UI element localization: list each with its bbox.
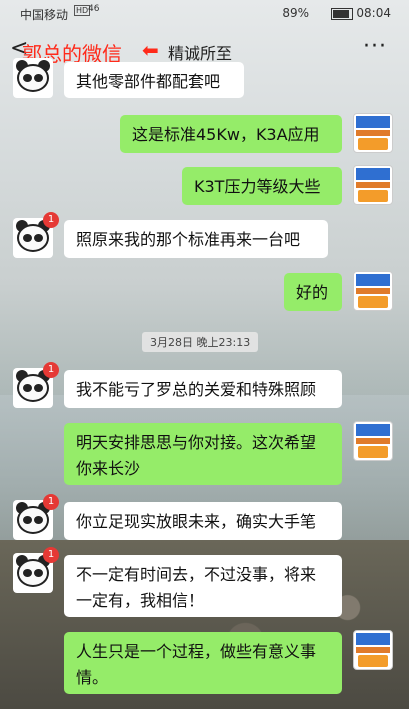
message-text: 不一定有时间去，不过没事，将来一定有，我相信！ — [76, 565, 317, 610]
chat-title: 精诚所至 — [168, 44, 233, 63]
message-bubble[interactable]: 其他零部件都配套吧 — [64, 62, 244, 98]
message-bubble[interactable]: 好的 — [284, 273, 342, 311]
message-bubble[interactable]: 我不能亏了罗总的关爱和特殊照顾 — [64, 370, 342, 408]
contact-avatar[interactable] — [13, 58, 53, 98]
message-text: 好的 — [296, 283, 329, 302]
chat-timestamp: 3月28日 晚上23:13 — [142, 332, 259, 352]
message-bubble[interactable]: 明天安排思思与你对接。这次希望你来长沙 — [64, 423, 342, 485]
status-bar: 中国移动 HD 46 89% 08:04 — [0, 0, 409, 26]
self-avatar[interactable] — [353, 113, 393, 153]
contact-avatar[interactable]: 1 — [13, 362, 59, 408]
battery-icon — [331, 8, 353, 20]
carrier-label: 中国移动 — [20, 8, 69, 22]
more-options-button[interactable]: ··· — [363, 34, 387, 59]
self-avatar[interactable] — [353, 271, 393, 311]
message-bubble[interactable]: K3T压力等级大些 — [182, 167, 342, 205]
clock: 08:04 — [356, 6, 391, 20]
message-bubble[interactable]: 不一定有时间去，不过没事，将来一定有，我相信！ — [64, 555, 342, 617]
message-text: 其他零部件都配套吧 — [76, 72, 221, 91]
message-bubble[interactable]: 人生只是一个过程，做些有意义事情。 — [64, 632, 342, 694]
message-text: K3T压力等级大些 — [194, 177, 321, 196]
contact-avatar[interactable]: 1 — [13, 494, 59, 540]
self-avatar[interactable] — [353, 165, 393, 205]
message-text: 你立足现实放眼未来，确实大手笔 — [76, 512, 317, 531]
self-avatar[interactable] — [353, 421, 393, 461]
battery-percent: 89% — [282, 6, 309, 20]
signal-icon: 46 — [88, 4, 100, 14]
unread-badge: 1 — [43, 362, 59, 378]
self-avatar[interactable] — [353, 630, 393, 670]
message-text: 人生只是一个过程，做些有意义事情。 — [76, 642, 317, 687]
unread-badge: 1 — [43, 547, 59, 563]
message-bubble[interactable]: 你立足现实放眼未来，确实大手笔 — [64, 502, 342, 540]
contact-avatar[interactable]: 1 — [13, 212, 59, 258]
message-text: 照原来我的那个标准再来一台吧 — [76, 230, 301, 249]
message-text: 明天安排思思与你对接。这次希望你来长沙 — [76, 433, 317, 478]
annotation-arrow-icon: ⬅ — [142, 38, 159, 62]
unread-badge: 1 — [43, 212, 59, 228]
contact-avatar[interactable]: 1 — [13, 547, 59, 593]
message-bubble[interactable]: 照原来我的那个标准再来一台吧 — [64, 220, 328, 258]
unread-badge: 1 — [43, 494, 59, 510]
wechat-chat-screen: 中国移动 HD 46 89% 08:04 < 郭总的微信 ⬅ 精诚所至 ··· … — [0, 0, 409, 709]
message-bubble[interactable]: 这是标准45Kw，K3A应用 — [120, 115, 342, 153]
message-text: 这是标准45Kw，K3A应用 — [132, 125, 320, 144]
message-text: 我不能亏了罗总的关爱和特殊照顾 — [76, 380, 317, 399]
